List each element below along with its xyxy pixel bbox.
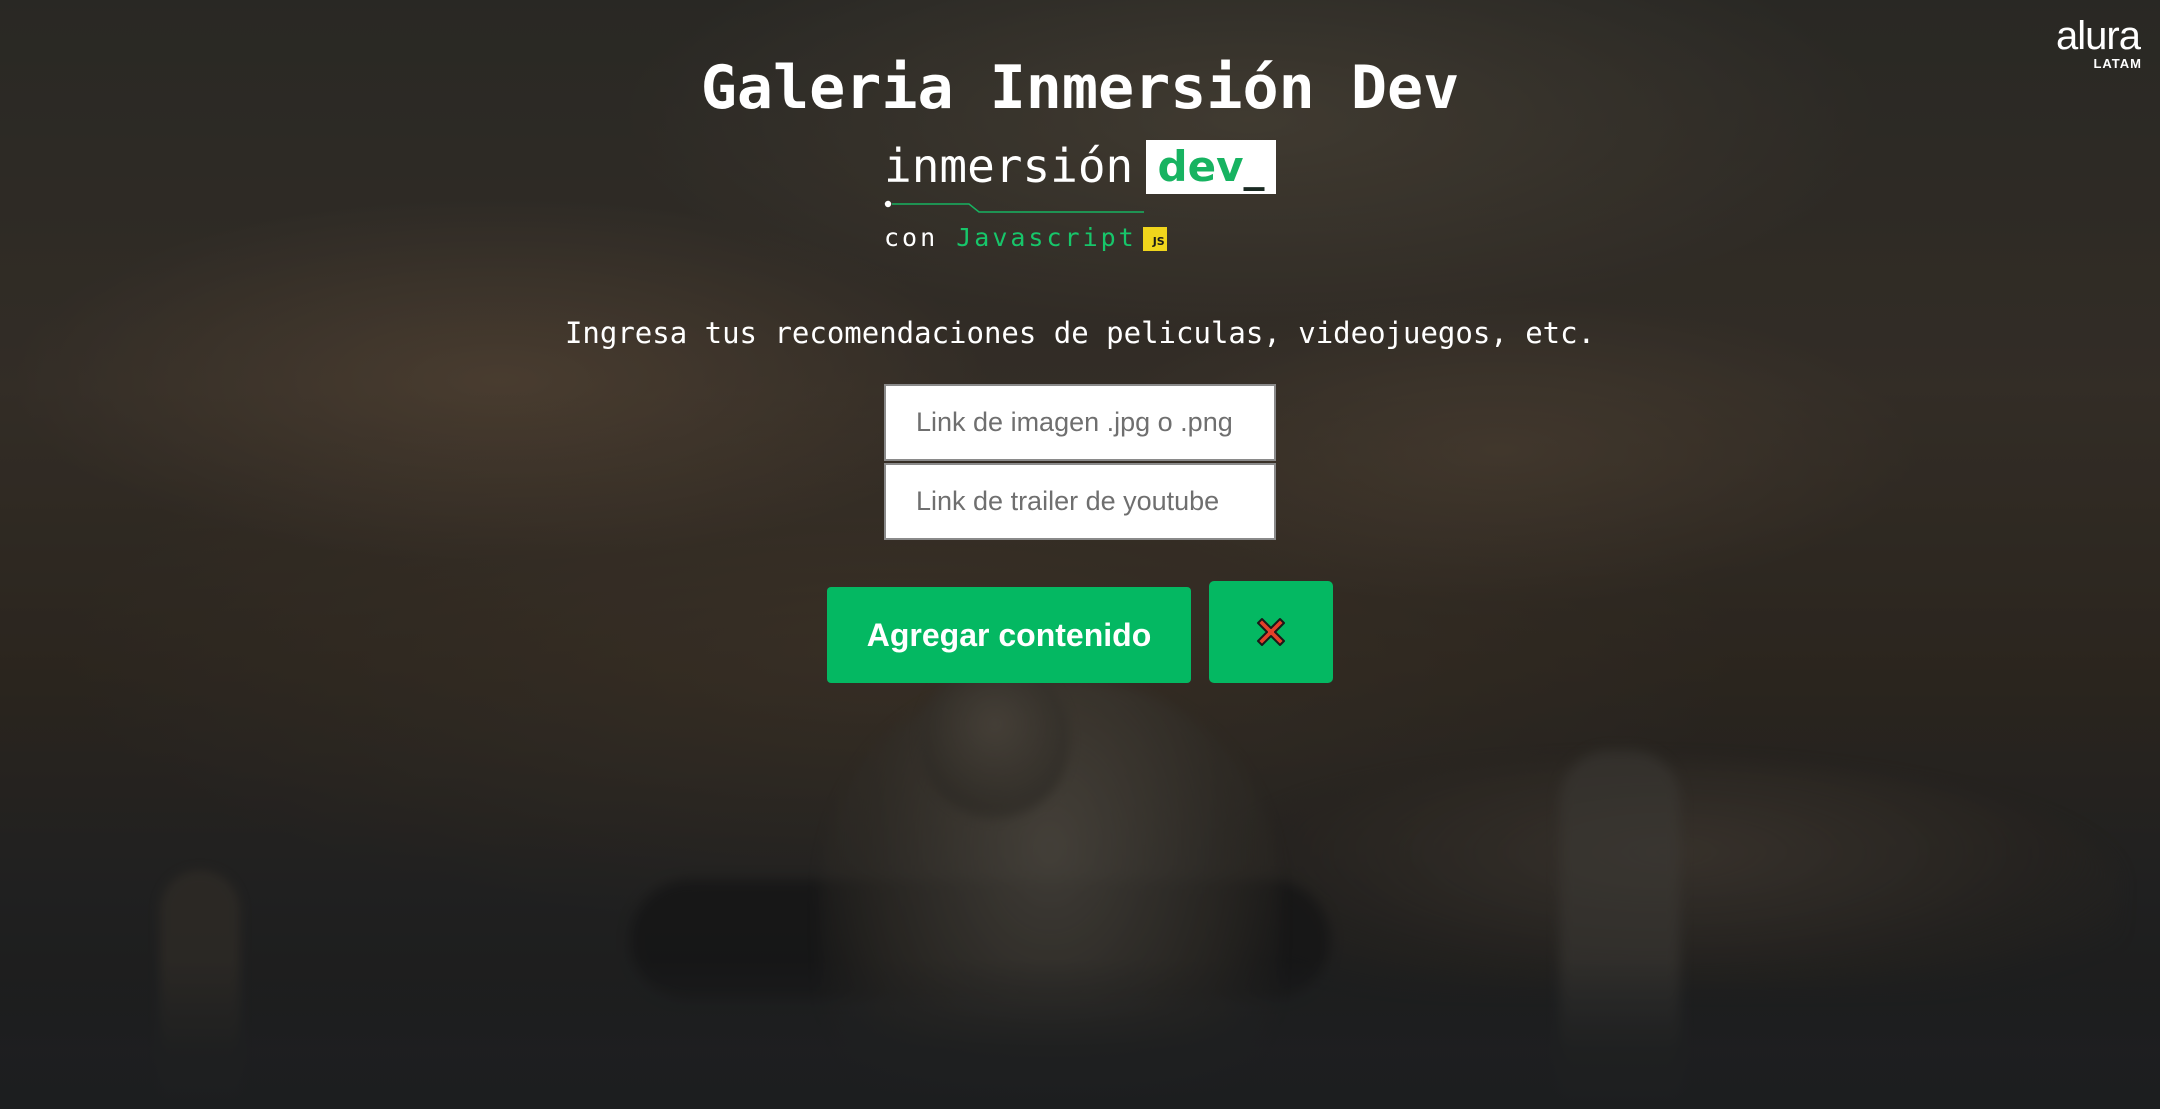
brand-sub-language: Javascript — [956, 223, 1137, 252]
close-x-icon — [1257, 618, 1285, 646]
image-link-input[interactable] — [884, 384, 1276, 461]
clear-button[interactable] — [1209, 581, 1333, 683]
brand-dev-cursor: _ — [1243, 142, 1265, 191]
instructions-text: Ingresa tus recomendaciones de peliculas… — [564, 316, 1596, 350]
brand-word: inmersión — [884, 139, 1134, 193]
brand-dev-box: dev_ — [1146, 140, 1276, 194]
page-title: Galeria Inmersión Dev — [700, 53, 1460, 123]
brand-dev-text: dev — [1157, 142, 1244, 191]
brand-circuit-line — [884, 200, 1144, 213]
add-content-button[interactable]: Agregar contenido — [827, 587, 1191, 683]
js-badge-icon: JS — [1142, 227, 1167, 251]
inmersion-dev-brand: inmersión dev_ con Javascript JS — [884, 138, 1284, 258]
brand-subtitle: con Javascript JS — [884, 220, 1167, 256]
page: alura LATAM Galeria Inmersión Dev inmers… — [0, 0, 2160, 1109]
trailer-link-input[interactable] — [884, 463, 1276, 540]
brand-sub-prefix: con — [884, 223, 939, 252]
